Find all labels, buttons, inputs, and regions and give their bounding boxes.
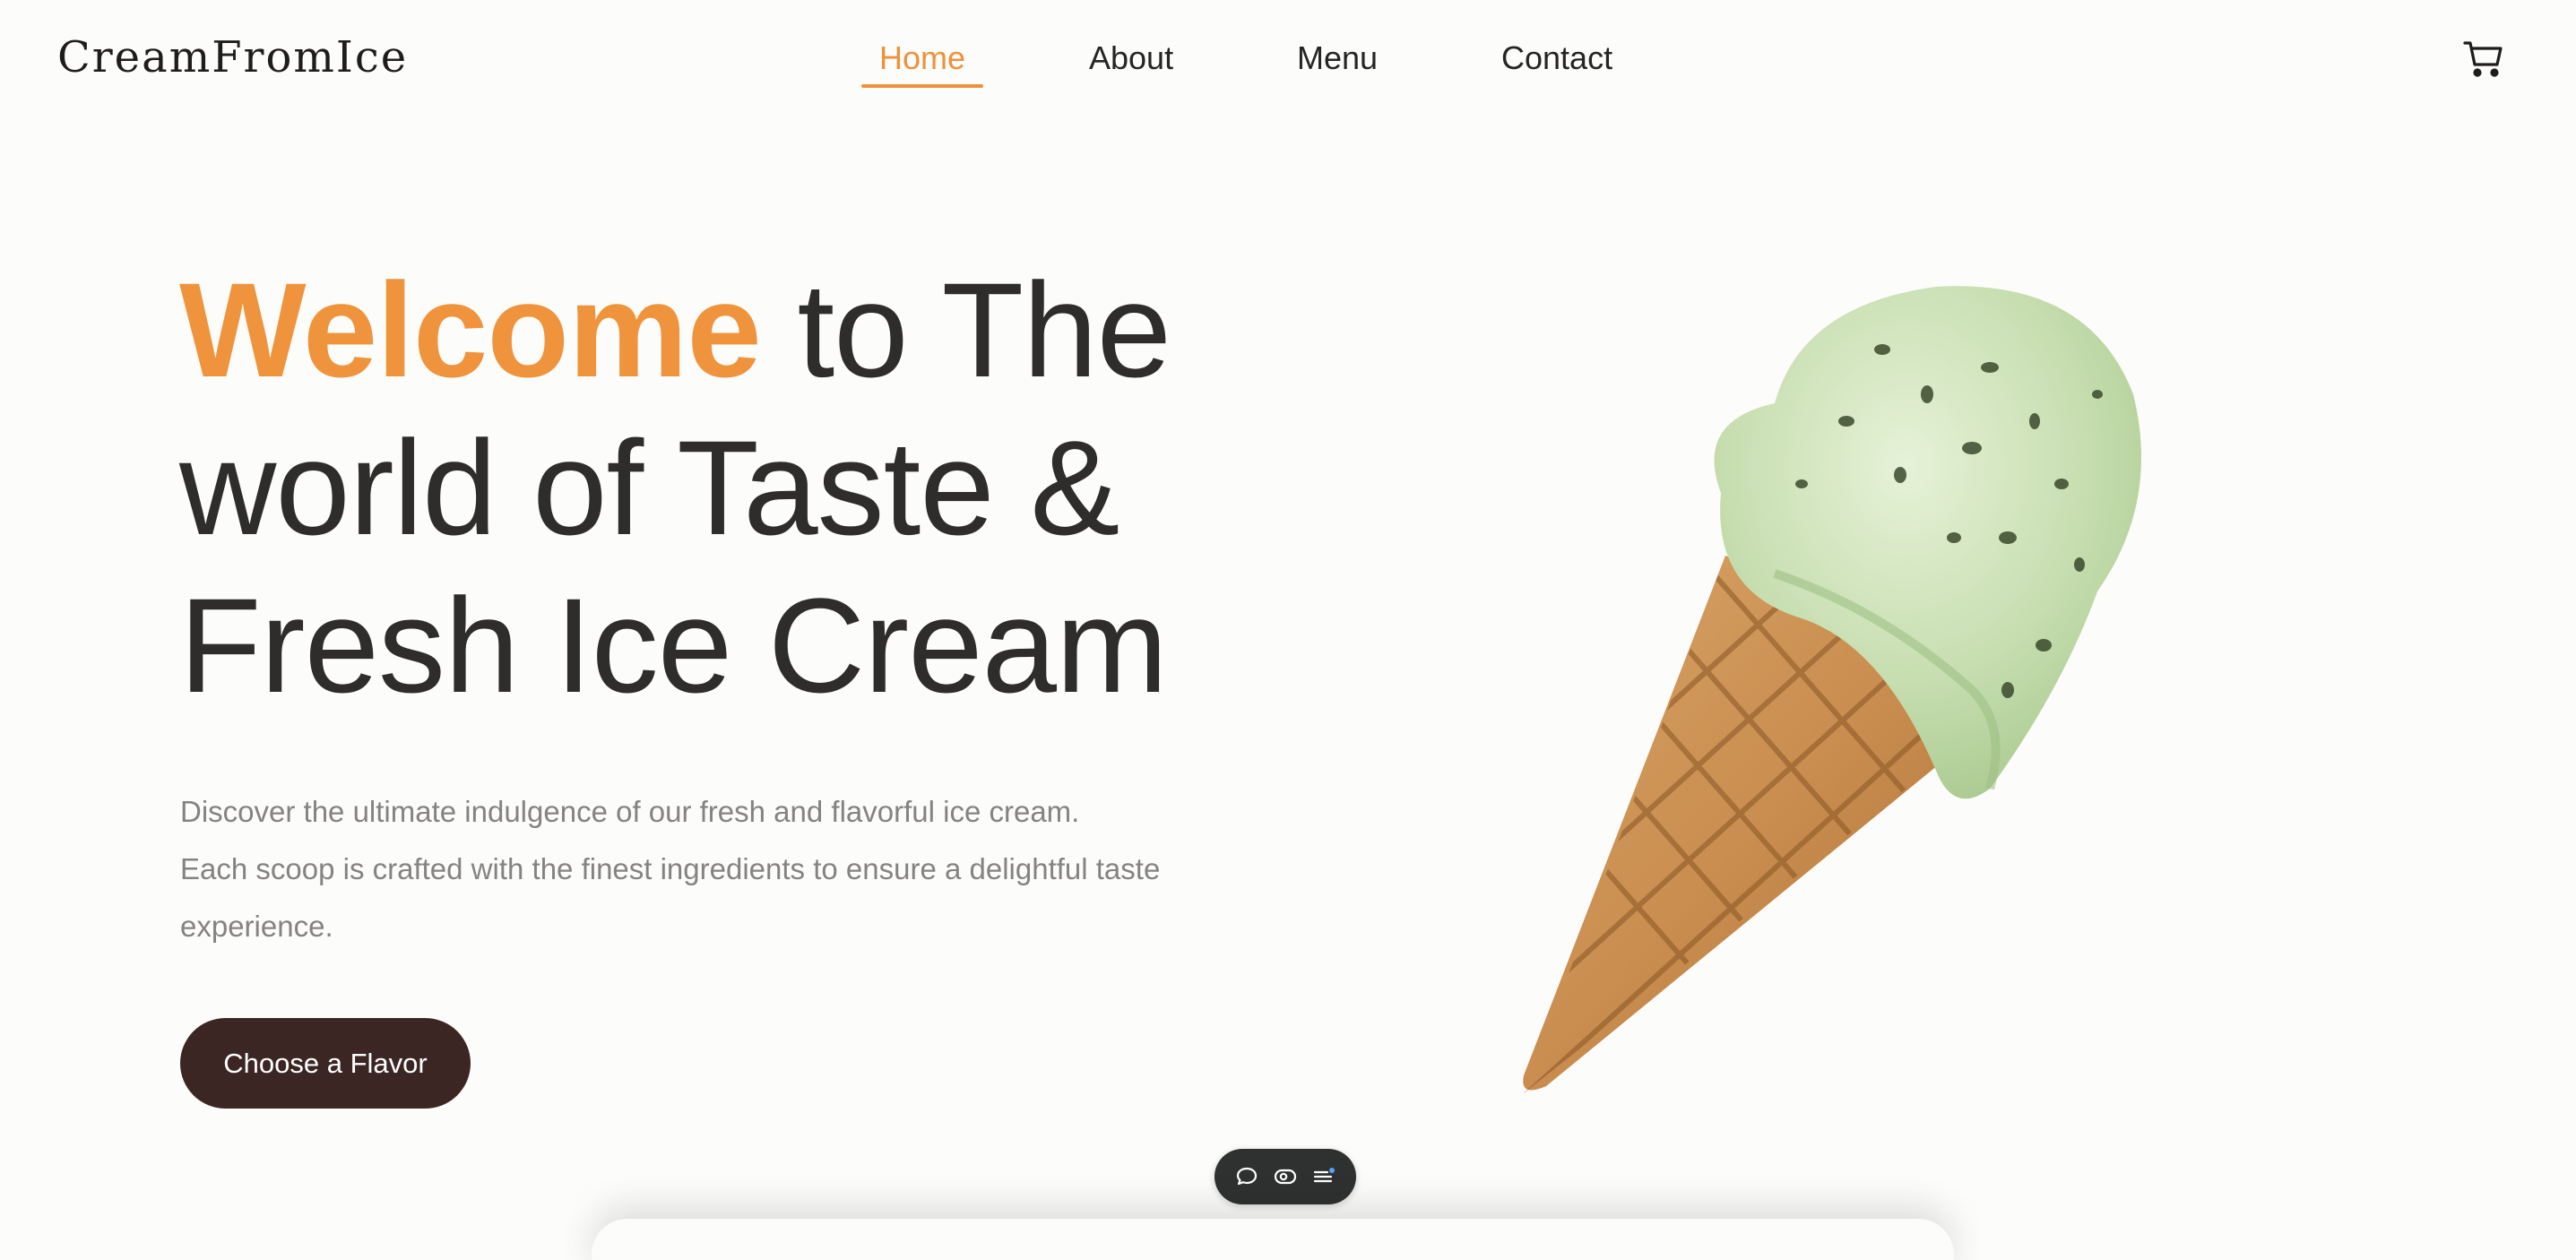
nav-item-contact[interactable]: Contact — [1501, 36, 1612, 88]
nav-item-home[interactable]: Home — [860, 36, 984, 88]
page: CreamFromIce Home About Menu Contact Wel… — [0, 0, 2576, 1260]
hero-title-line3: Fresh Ice Cream — [179, 570, 1168, 721]
hero-title: Welcome to The world of Taste & Fresh Ic… — [179, 251, 1344, 724]
hero-description: Discover the ultimate indulgence of our … — [180, 783, 1301, 955]
nav-item-about[interactable]: About — [1089, 36, 1173, 88]
main-nav: Home About Menu Contact — [0, 36, 2576, 90]
hero-title-line2: world of Taste & — [179, 412, 1119, 563]
nav-item-menu[interactable]: Menu — [1297, 36, 1378, 88]
hero-description-line: Discover the ultimate indulgence of our … — [180, 795, 1080, 828]
eye-icon[interactable] — [1270, 1161, 1301, 1192]
ice-cream-cone-image — [1523, 286, 2141, 1093]
list-icon[interactable] — [1309, 1161, 1339, 1192]
bottom-panel-edge — [592, 1219, 1954, 1260]
hero-description-line: Each scoop is crafted with the finest in… — [180, 852, 1161, 885]
cart-icon[interactable] — [2461, 36, 2506, 81]
comment-icon[interactable] — [1232, 1161, 1262, 1192]
hero-title-line1-rest: to The — [760, 255, 1171, 405]
floating-toolbar — [1215, 1149, 1356, 1204]
hero-description-line: experience. — [180, 910, 333, 943]
hero-title-accent: Welcome — [179, 255, 762, 405]
choose-flavor-button[interactable]: Choose a Flavor — [180, 1018, 471, 1109]
